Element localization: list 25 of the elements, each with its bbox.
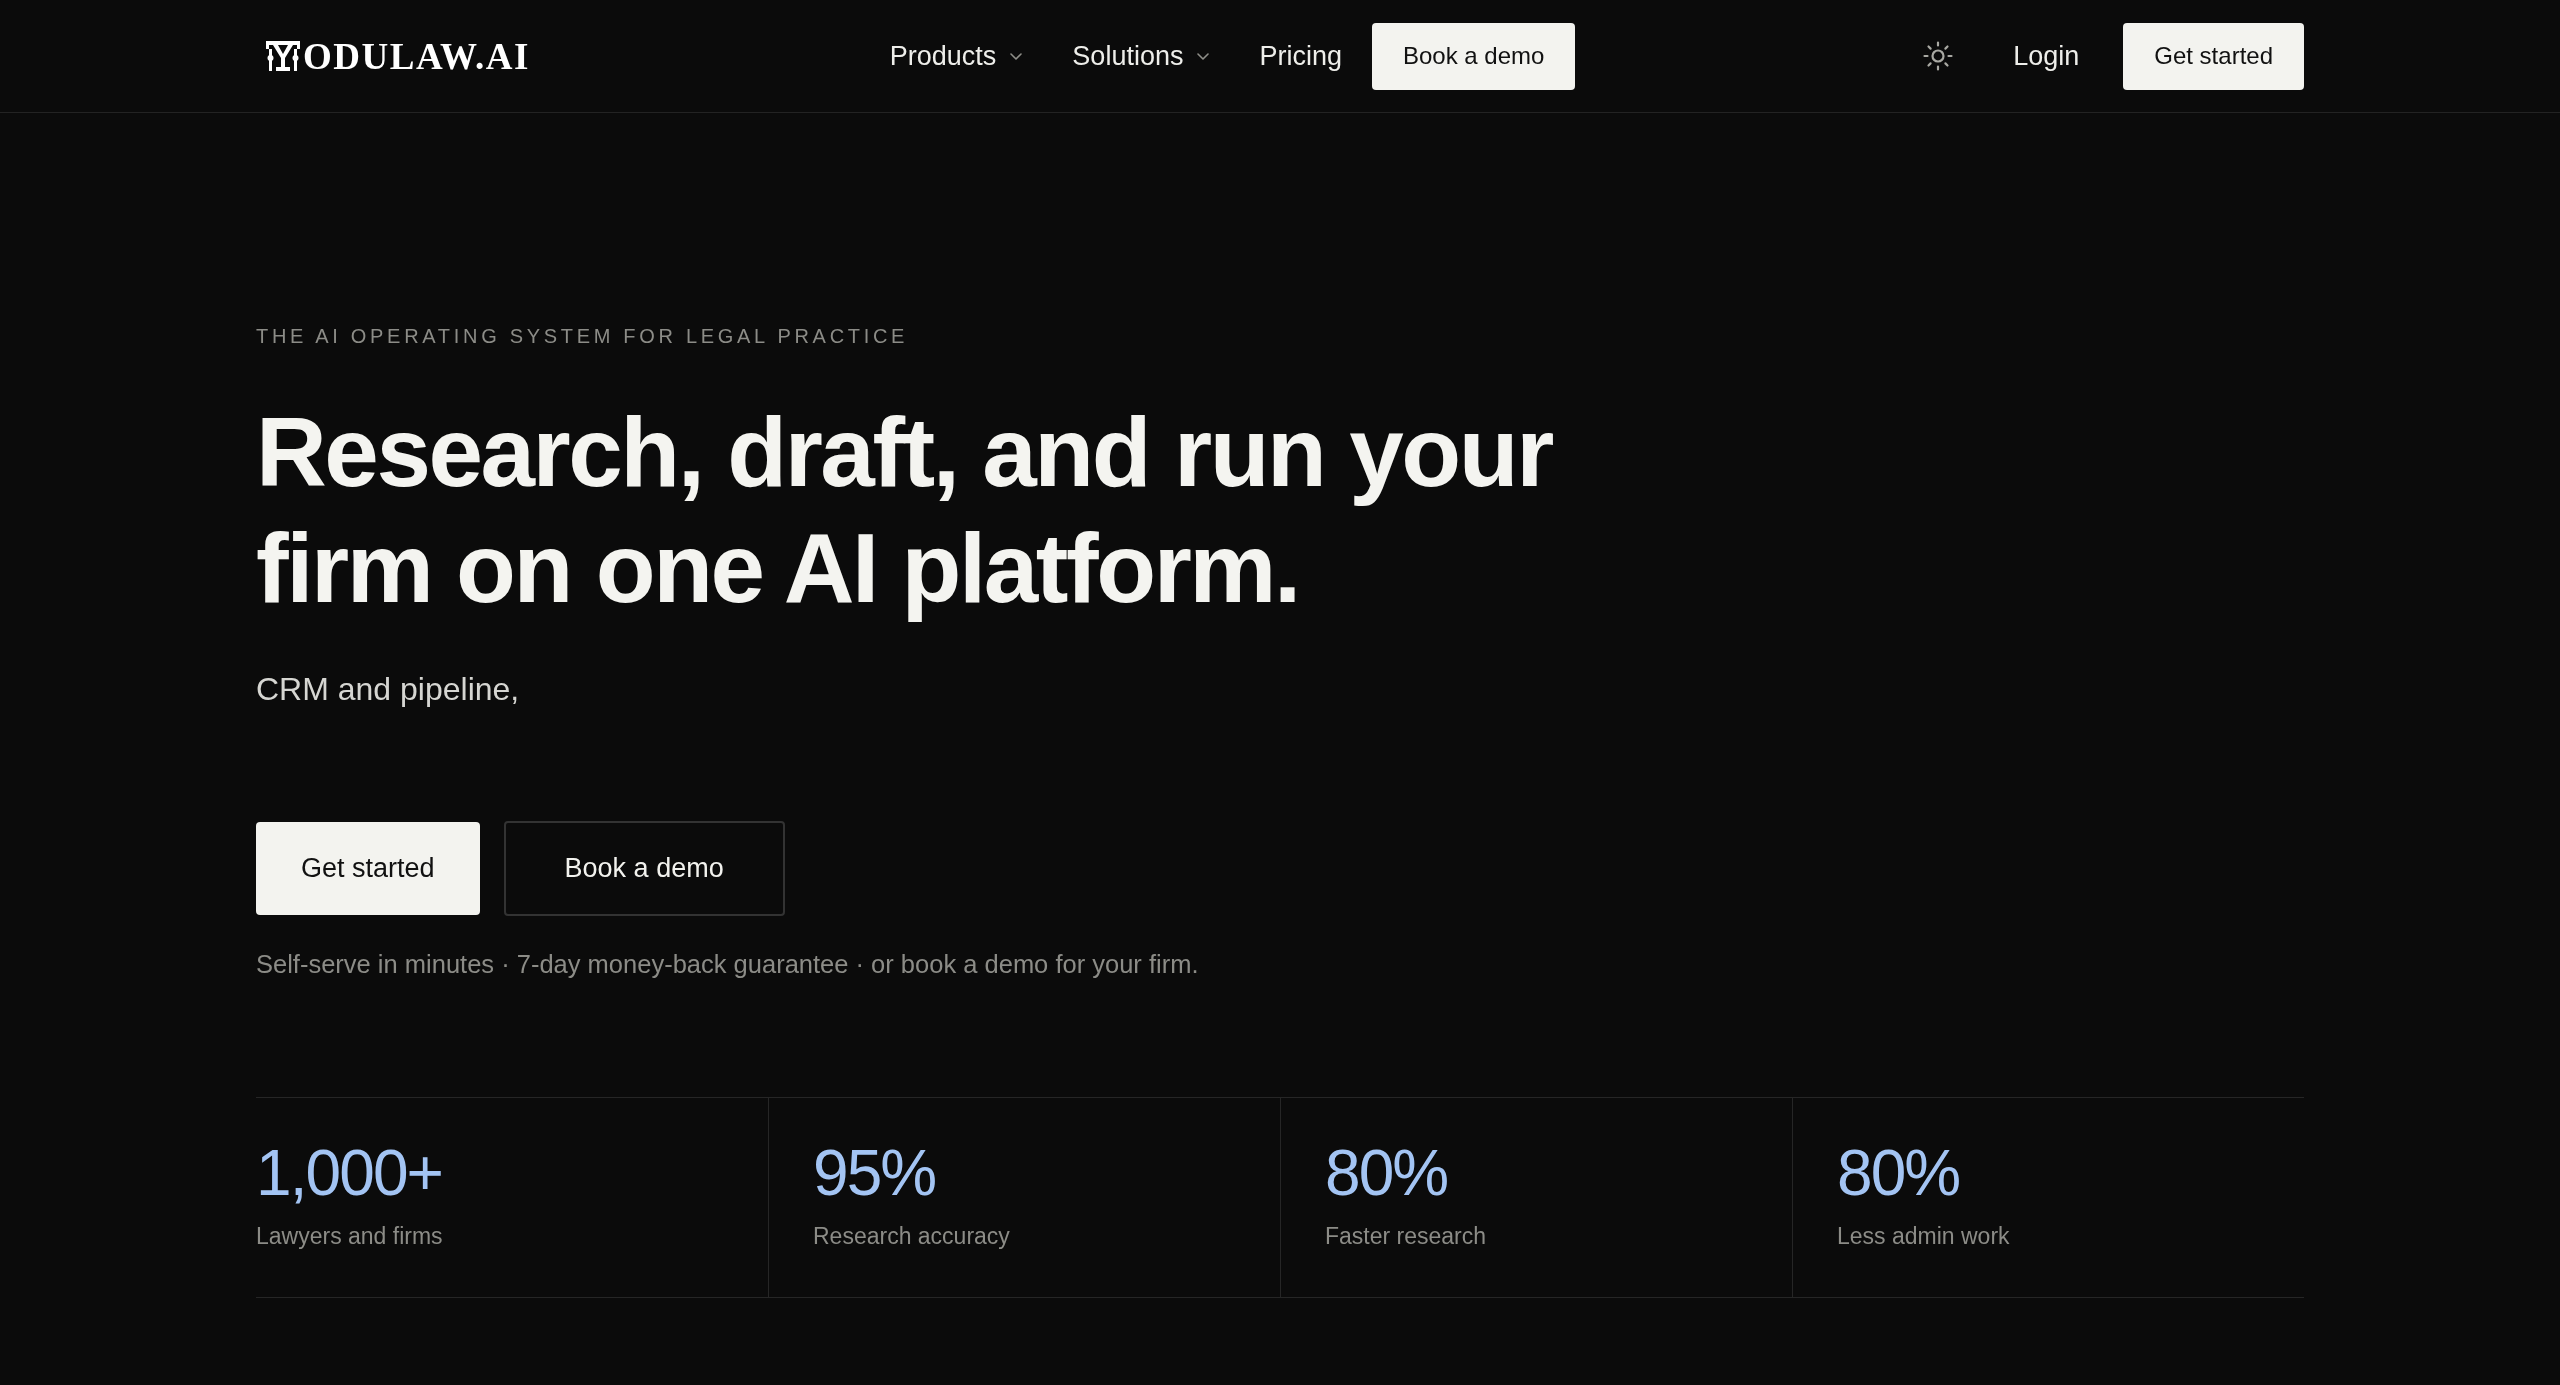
logo-text[interactable]: ODULAW.AI bbox=[303, 37, 530, 75]
chevron-down-icon bbox=[1010, 52, 1023, 60]
stat-label: Lawyers and firms bbox=[256, 1222, 443, 1251]
secondary-button[interactable]: Book a demo bbox=[503, 821, 785, 916]
chevron-down-icon bbox=[1197, 52, 1210, 60]
header-button[interactable]: Get started bbox=[2123, 22, 2304, 90]
stat-label: Research accuracy bbox=[813, 1222, 1010, 1251]
nav-dropdown[interactable]: Solutions bbox=[1060, 36, 1222, 76]
stat-value: 95% bbox=[813, 1138, 937, 1208]
nav-dropdown[interactable]: Products bbox=[877, 36, 1035, 76]
nav-button[interactable]: Book a demo bbox=[1371, 22, 1576, 90]
stat-value: 80% bbox=[1837, 1138, 1961, 1208]
stat-label: Less admin work bbox=[1837, 1222, 2010, 1251]
stat-label: Faster research bbox=[1325, 1222, 1487, 1251]
note-text: Self-serve in minutes · 7-day money-back guarantee · or book a demo for your firm. bbox=[256, 949, 1199, 980]
eyebrow-text: THE AI OPERATING SYSTEM FOR LEGAL PRACTICE bbox=[256, 324, 909, 348]
login-link[interactable]: Login bbox=[2013, 36, 2080, 76]
stat-value: 80% bbox=[1325, 1138, 1449, 1208]
nav-link[interactable]: Pricing bbox=[1247, 36, 1354, 76]
logo-icon[interactable] bbox=[266, 40, 300, 72]
headline: Research, draft, and run your firm on one AI platform. bbox=[256, 396, 1554, 625]
stat-value: 1,000+ bbox=[256, 1138, 443, 1208]
primary-button[interactable]: Get started bbox=[256, 822, 480, 915]
sun-icon[interactable] bbox=[1923, 41, 1954, 71]
subtitle: CRM and pipeline, bbox=[256, 670, 520, 709]
